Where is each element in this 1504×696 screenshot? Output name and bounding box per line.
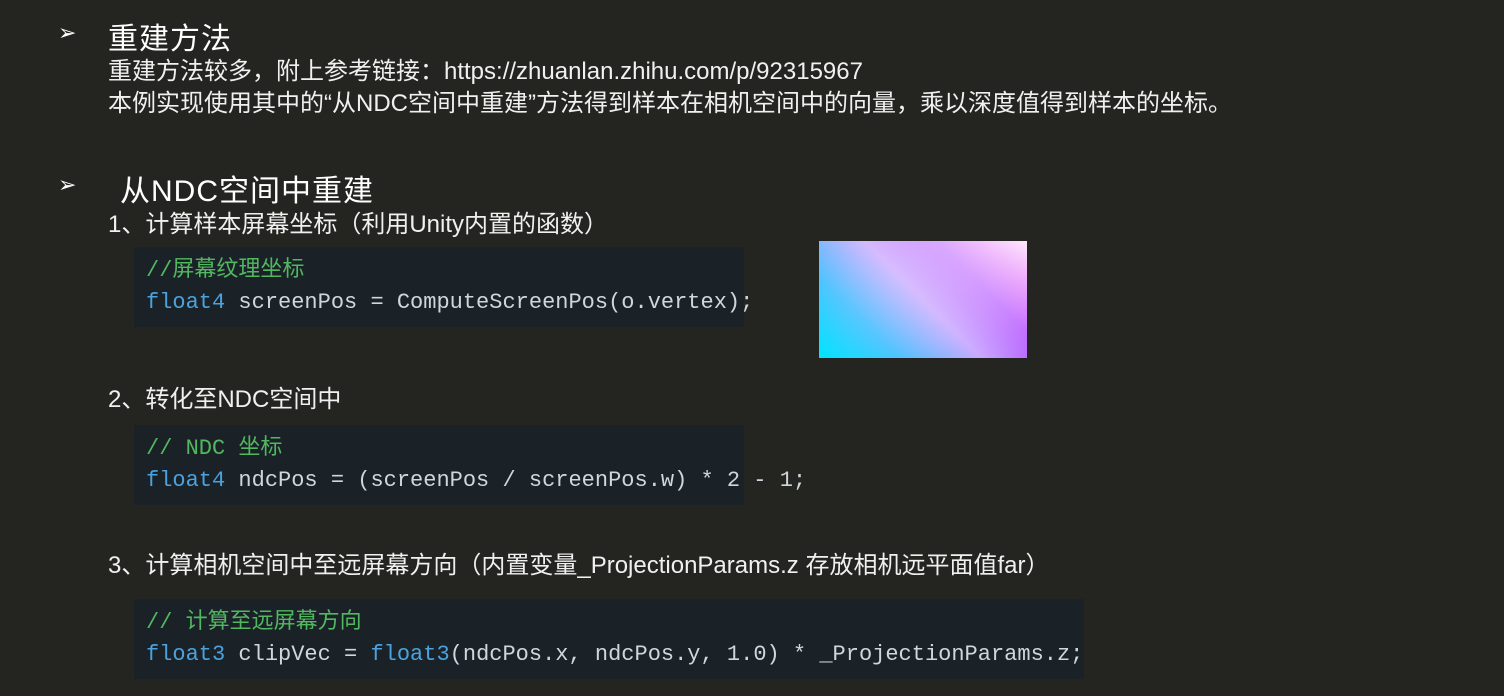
code-block-screenpos: //屏幕纹理坐标 float4 screenPos = ComputeScree… (134, 247, 744, 327)
code-text: clipVec = (225, 642, 370, 667)
code-comment: // 计算至远屏幕方向 (146, 610, 362, 635)
step2-label: 2、转化至NDC空间中 (108, 379, 341, 414)
code-line: float4 ndcPos = (screenPos / screenPos.w… (146, 465, 732, 497)
step1-label: 1、计算样本屏幕坐标（利用Unity内置的函数） (108, 204, 608, 239)
gradient-preview-image (819, 241, 1027, 358)
code-type: float3 (146, 642, 225, 667)
code-type: float4 (146, 468, 225, 493)
reference-link-text: 重建方法较多，附上参考链接：https://zhuanlan.zhihu.com… (108, 56, 863, 88)
slide-root: ➢ 重建方法 重建方法较多，附上参考链接：https://zhuanlan.zh… (0, 0, 1504, 696)
heading-reconstruction-methods: 重建方法 (108, 14, 232, 58)
method-description: 本例实现使用其中的“从NDC空间中重建”方法得到样本在相机空间中的向量，乘以深度… (108, 88, 1232, 120)
code-line: // 计算至远屏幕方向 (146, 607, 1072, 639)
bullet-icon: ➢ (58, 172, 76, 198)
code-text: (ndcPos.x, ndcPos.y, 1.0) * _ProjectionP… (450, 642, 1084, 667)
code-line: // NDC 坐标 (146, 433, 732, 465)
code-text: ndcPos = (screenPos / screenPos.w) * 2 -… (225, 468, 806, 493)
code-block-ndcpos: // NDC 坐标 float4 ndcPos = (screenPos / s… (134, 425, 744, 505)
code-comment: // NDC 坐标 (146, 436, 282, 461)
code-line: float4 screenPos = ComputeScreenPos(o.ve… (146, 287, 732, 319)
code-type: float3 (370, 642, 449, 667)
step3-label: 3、计算相机空间中至远屏幕方向（内置变量_ProjectionParams.z … (108, 545, 1049, 580)
code-type: float4 (146, 290, 225, 315)
bullet-icon: ➢ (58, 20, 76, 46)
code-comment: //屏幕纹理坐标 (146, 258, 304, 283)
code-block-clipvec: // 计算至远屏幕方向 float3 clipVec = float3(ndcP… (134, 599, 1084, 679)
code-line: float3 clipVec = float3(ndcPos.x, ndcPos… (146, 639, 1072, 671)
code-text: screenPos = ComputeScreenPos(o.vertex); (225, 290, 753, 315)
code-line: //屏幕纹理坐标 (146, 255, 732, 287)
